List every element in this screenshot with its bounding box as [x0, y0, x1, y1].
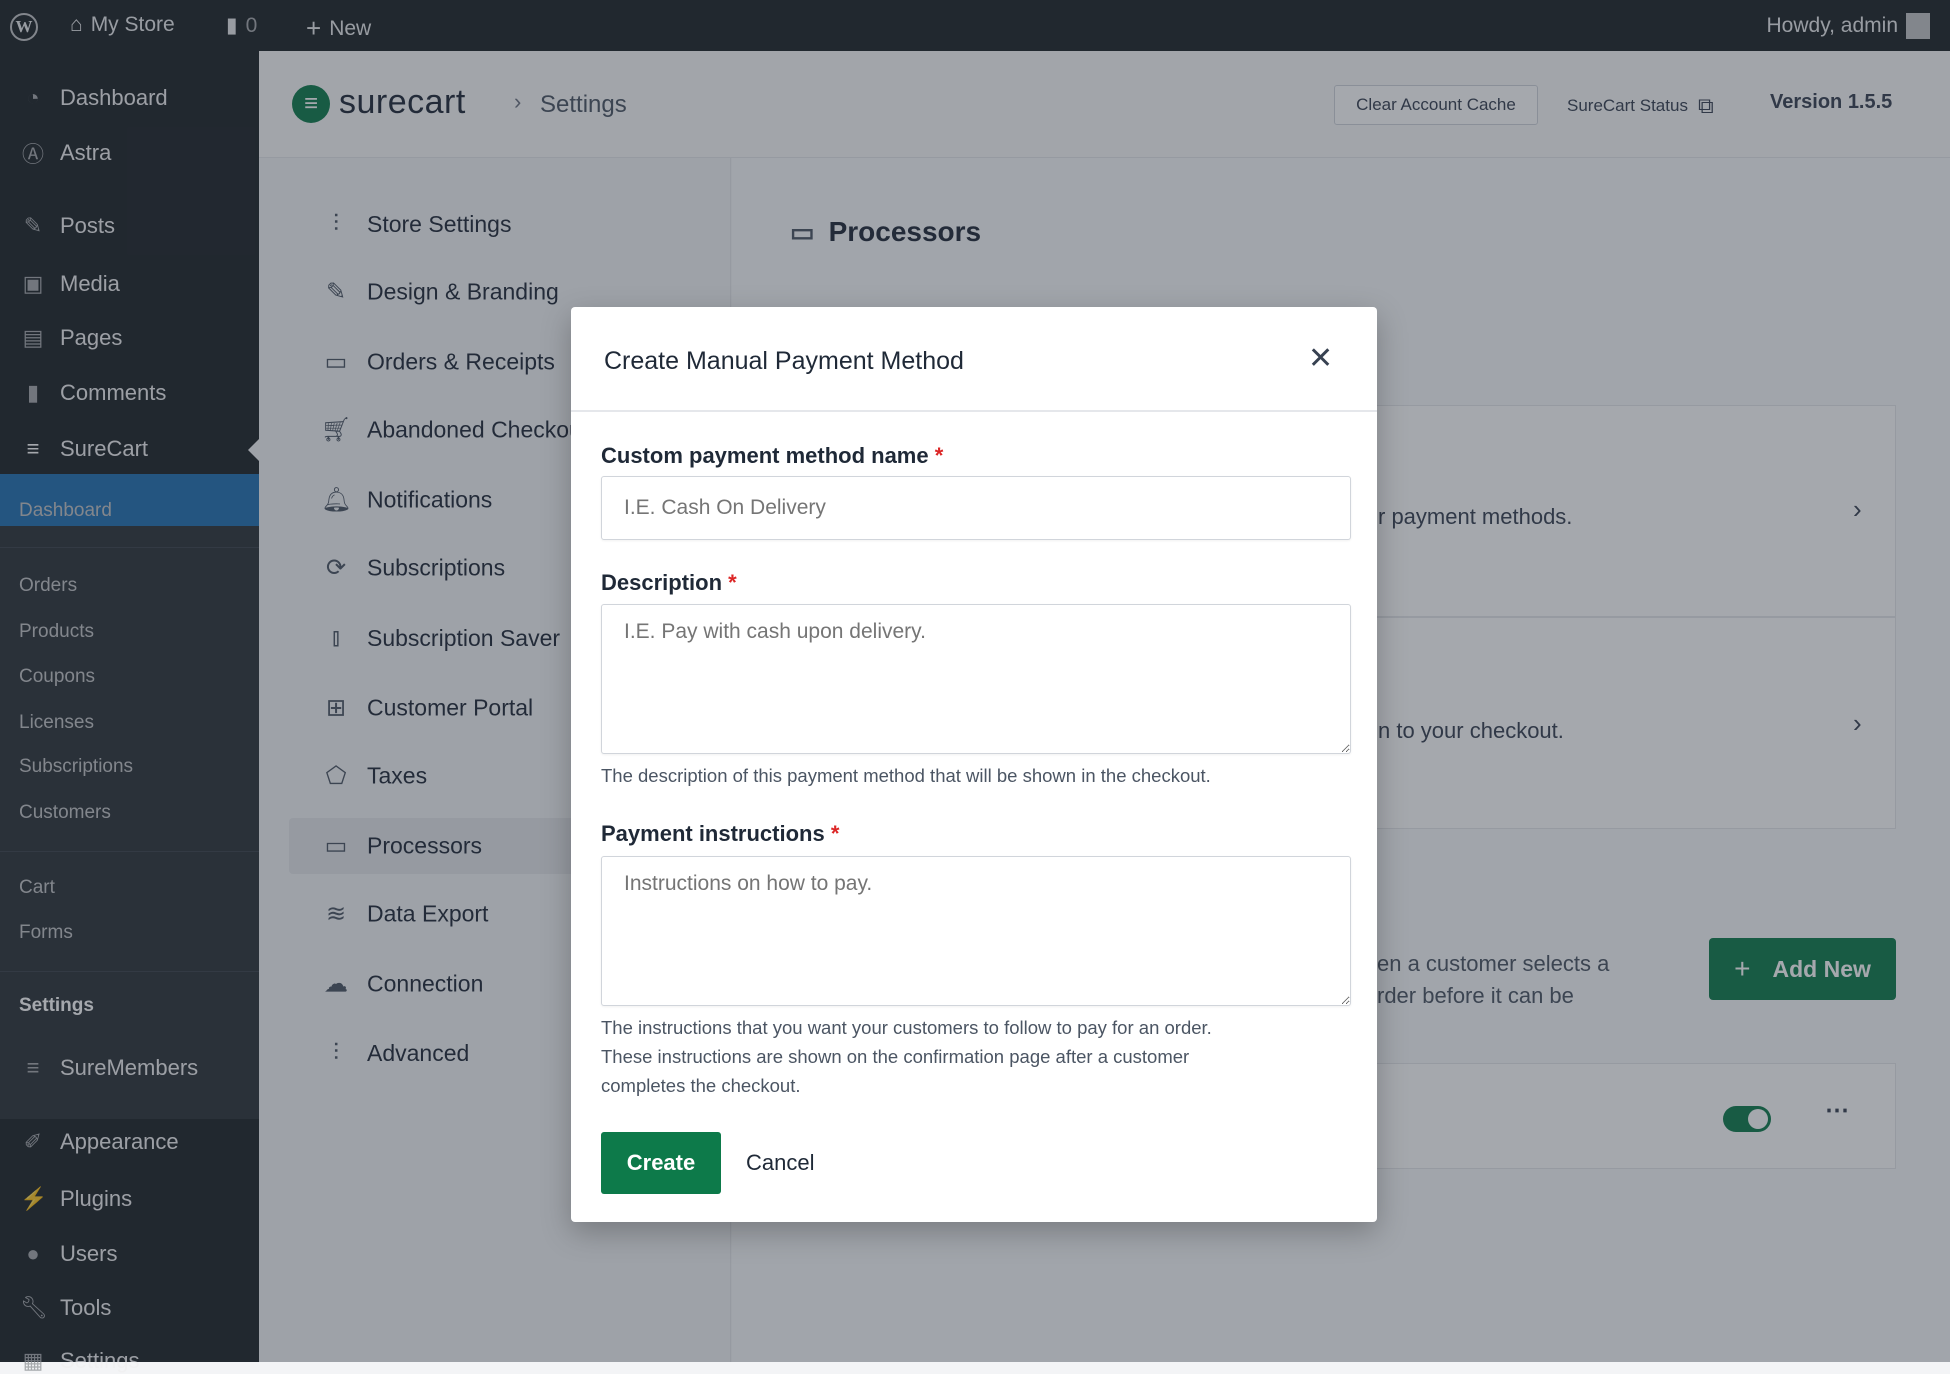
- instructions-help: The instructions that you want your cust…: [601, 1017, 1212, 1096]
- payment-instructions-textarea[interactable]: [601, 856, 1351, 1006]
- create-button[interactable]: Create: [601, 1132, 721, 1194]
- cancel-button[interactable]: Cancel: [746, 1150, 814, 1176]
- name-label: Custom payment method name *: [601, 443, 944, 468]
- description-label: Description *: [601, 570, 737, 595]
- payment-method-name-input[interactable]: [601, 476, 1351, 540]
- instructions-label: Payment instructions *: [601, 821, 840, 846]
- description-help: The description of this payment method t…: [601, 765, 1211, 786]
- close-icon[interactable]: ✕: [1308, 341, 1333, 376]
- dialog-title: Create Manual Payment Method: [604, 347, 964, 375]
- divider: [571, 410, 1377, 412]
- description-textarea[interactable]: [601, 604, 1351, 754]
- create-manual-payment-dialog: Create Manual Payment Method ✕ Custom pa…: [571, 307, 1377, 1222]
